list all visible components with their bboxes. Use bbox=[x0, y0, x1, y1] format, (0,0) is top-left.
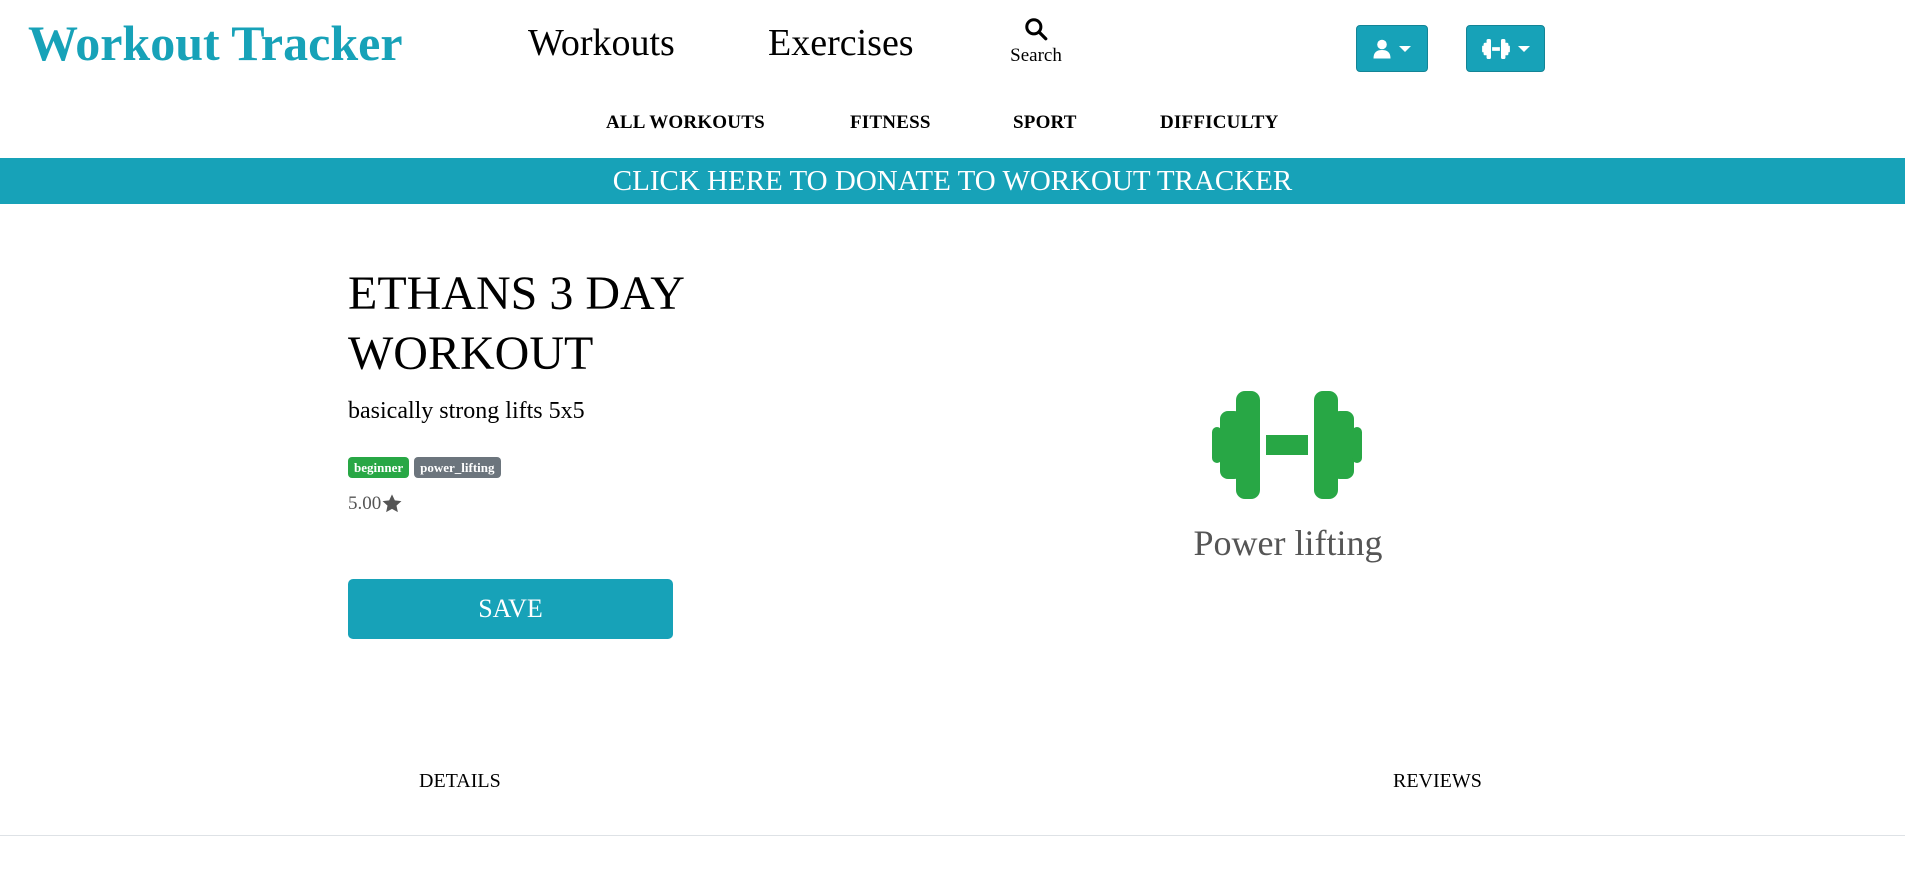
tabs-divider bbox=[0, 835, 1905, 836]
save-button[interactable]: SAVE bbox=[348, 579, 673, 639]
brand-logo-link[interactable]: Workout Tracker bbox=[28, 14, 403, 72]
rating-value: 5.00 bbox=[348, 493, 382, 514]
subnav-sport[interactable]: SPORT bbox=[1013, 112, 1077, 134]
nav-search-link[interactable]: Search bbox=[1000, 16, 1072, 67]
page: Workout Tracker Workouts Exercises Searc… bbox=[0, 0, 1905, 886]
user-icon bbox=[1373, 39, 1391, 58]
dumbbell-icon bbox=[1481, 38, 1510, 59]
tag-badge-power-lifting: power_lifting bbox=[414, 457, 501, 478]
tag-badge-beginner: beginner bbox=[348, 457, 410, 478]
workout-description: basically strong lifts 5x5 bbox=[348, 398, 585, 424]
search-icon bbox=[1025, 18, 1048, 41]
workout-tags: beginner power_lifting bbox=[348, 457, 501, 478]
user-menu-dropdown[interactable] bbox=[1356, 25, 1428, 72]
subnav-all-workouts[interactable]: ALL WORKOUTS bbox=[606, 112, 765, 134]
nav-workouts-link[interactable]: Workouts bbox=[528, 20, 675, 66]
tab-reviews[interactable]: REVIEWS bbox=[1393, 770, 1482, 793]
category-label: Power lifting bbox=[1193, 523, 1383, 563]
workout-title: ETHANS 3 DAY WORKOUT bbox=[348, 267, 684, 380]
subnav-difficulty[interactable]: DIFFICULTY bbox=[1160, 112, 1279, 134]
subnav-fitness[interactable]: FITNESS bbox=[850, 112, 931, 134]
workout-rating: 5.00 bbox=[348, 492, 403, 516]
search-label: Search bbox=[1010, 45, 1062, 66]
star-icon bbox=[382, 494, 402, 513]
dumbbell-icon bbox=[1212, 391, 1362, 499]
tab-details[interactable]: DETAILS bbox=[419, 770, 501, 793]
chevron-down-icon bbox=[1517, 45, 1530, 52]
chevron-down-icon bbox=[1399, 45, 1411, 52]
donate-banner-link[interactable]: CLICK HERE TO DONATE TO WORKOUT TRACKER bbox=[0, 158, 1905, 204]
fitness-menu-dropdown[interactable] bbox=[1466, 25, 1545, 72]
nav-exercises-link[interactable]: Exercises bbox=[768, 20, 914, 66]
